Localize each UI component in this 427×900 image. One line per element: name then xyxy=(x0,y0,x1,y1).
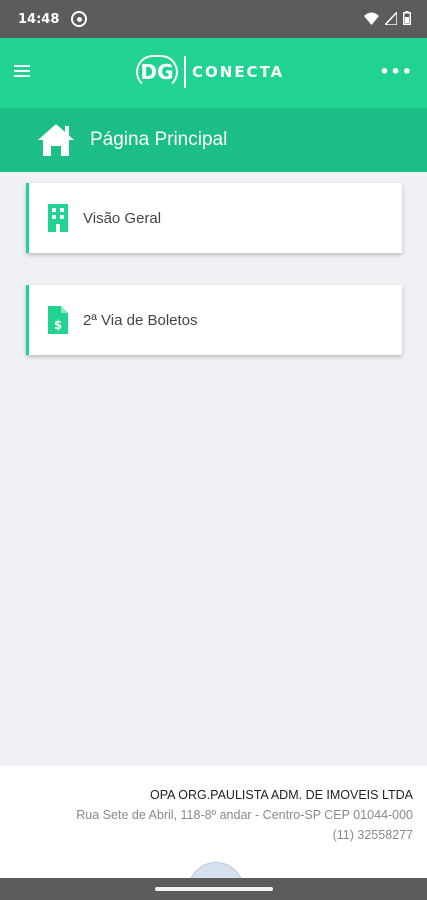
card-label: Visão Geral xyxy=(83,209,162,227)
card-visao-geral[interactable]: Visão Geral xyxy=(26,183,402,253)
recording-icon xyxy=(71,11,88,27)
company-address: Rua Sete de Abril, 118-8º andar - Centro… xyxy=(76,808,413,822)
home-gesture-handle[interactable] xyxy=(155,887,273,891)
battery-icon xyxy=(403,11,411,25)
status-icons xyxy=(364,11,411,25)
building-icon xyxy=(48,204,68,232)
page-title: Página Principal xyxy=(90,129,228,150)
wifi-icon xyxy=(364,12,379,25)
footer: OPA ORG.PAULISTA ADM. DE IMOVEIS LTDA Ru… xyxy=(0,766,427,892)
more-options-icon[interactable]: ••• xyxy=(379,62,413,81)
logo-mark: DG xyxy=(136,55,178,89)
home-icon xyxy=(38,124,74,156)
invoice-dollar-icon: $ xyxy=(48,306,68,334)
logo-divider xyxy=(184,56,186,88)
svg-text:$: $ xyxy=(54,318,62,332)
company-name: OPA ORG.PAULISTA ADM. DE IMOVEIS LTDA xyxy=(149,788,413,802)
hamburger-menu-icon[interactable] xyxy=(14,65,30,79)
logo-text: CONECTA xyxy=(192,63,285,81)
status-bar: 14:48 xyxy=(0,0,427,38)
system-nav-bar xyxy=(0,878,427,900)
app-bar: DG CONECTA ••• xyxy=(0,38,427,108)
status-time: 14:48 xyxy=(18,11,60,27)
card-label: 2ª Via de Boletos xyxy=(83,311,198,329)
page-header: Página Principal xyxy=(0,108,427,172)
card-segunda-via-boletos[interactable]: $ 2ª Via de Boletos xyxy=(26,285,402,355)
company-phone[interactable]: (11) 32558277 xyxy=(0,828,413,842)
app-logo: DG CONECTA xyxy=(136,52,284,92)
signal-icon xyxy=(385,11,397,25)
